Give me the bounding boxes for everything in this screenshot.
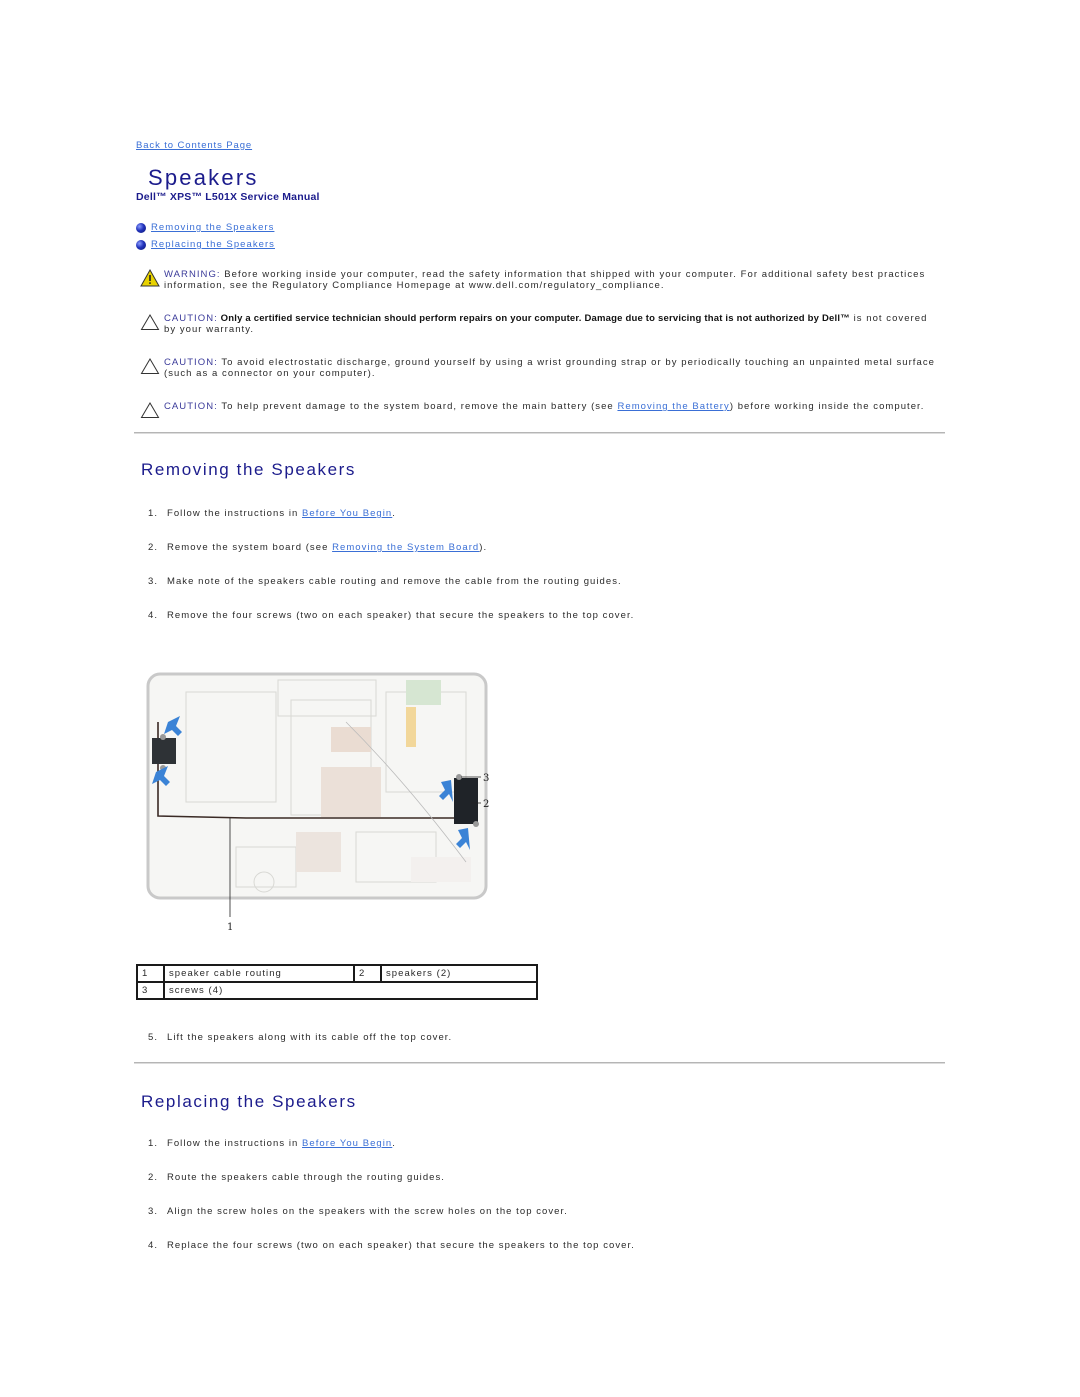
step-text: Follow the instructions in — [167, 1138, 303, 1149]
caution-notice-esd: CAUTION: To avoid electrostatic discharg… — [140, 357, 940, 379]
step-text-end: ). — [479, 542, 488, 553]
caution-text: CAUTION: To help prevent damage to the s… — [164, 401, 924, 419]
toc-link-removing[interactable]: Removing the Speakers — [151, 222, 274, 233]
table-row: 1 speaker cable routing 2 speakers (2) — [136, 964, 538, 983]
legend-number: 2 — [353, 964, 382, 983]
page: Back to Contents Page Speakers Dell™ XPS… — [0, 0, 1080, 1397]
section-divider — [134, 1062, 945, 1064]
right-speaker — [454, 778, 478, 824]
legend-number: 1 — [136, 964, 165, 983]
removing-system-board-link[interactable]: Removing the System Board — [332, 542, 479, 553]
caution-notice-certified: CAUTION: Only a certified service techni… — [140, 313, 940, 335]
speakers-removal-illustration: 3 2 1 — [146, 672, 489, 933]
warning-label: WARNING: — [164, 269, 221, 280]
screw-icon — [473, 821, 479, 827]
toc-item-removing: Removing the Speakers — [136, 219, 275, 236]
page-title: Speakers — [148, 165, 259, 190]
warning-body: Before working inside your computer, rea… — [164, 269, 926, 291]
step-text: Follow the instructions in — [167, 508, 303, 519]
removing-heading: Removing the Speakers — [141, 460, 357, 479]
step-text-end: . — [392, 1138, 396, 1149]
toc-link-replacing[interactable]: Replacing the Speakers — [151, 239, 275, 250]
step-text-end: . — [392, 508, 396, 519]
legend-label: screws (4) — [163, 981, 538, 1000]
callout-1: 1 — [227, 922, 233, 933]
warning-notice: WARNING: Before working inside your comp… — [140, 269, 940, 291]
replacing-step-4: 4. Replace the four screws (two on each s… — [148, 1240, 635, 1251]
section-divider — [134, 432, 945, 434]
replacing-step-1: 1. Follow the instructions in Before You … — [148, 1138, 396, 1149]
step-text: Replace the four screws (two on each spe… — [167, 1240, 635, 1251]
table-row: 3 screws (4) — [136, 981, 538, 1000]
replacing-step-3: 3. Align the screw holes on the speakers … — [148, 1206, 568, 1217]
legend-number: 3 — [136, 981, 165, 1000]
caution-body-end: ) before working inside the computer. — [729, 401, 925, 412]
warning-triangle-icon — [140, 269, 160, 287]
before-you-begin-link[interactable]: Before You Begin — [302, 508, 392, 519]
step-number: 3. — [148, 1206, 159, 1217]
caution-label: CAUTION: — [164, 401, 218, 412]
caution-triangle-icon — [140, 402, 160, 418]
table-of-contents: Removing the Speakers Replacing the Spea… — [136, 219, 275, 253]
caution-triangle-icon — [140, 314, 160, 330]
replacing-step-2: 2. Route the speakers cable through the r… — [148, 1172, 445, 1183]
step-number: 4. — [148, 610, 159, 621]
caution-bold-text: Only a certified service technician shou… — [217, 313, 850, 324]
caution-text: CAUTION: Only a certified service techni… — [164, 313, 940, 335]
removing-step-4: 4. Remove the four screws (two on each sp… — [148, 610, 634, 621]
step-text: Route the speakers cable through the rou… — [167, 1172, 445, 1183]
removing-step-2: 2. Remove the system board (see Removing … — [148, 542, 487, 553]
before-you-begin-link[interactable]: Before You Begin — [302, 1138, 392, 1149]
step-number: 5. — [148, 1032, 159, 1043]
step-number: 3. — [148, 576, 159, 587]
manual-title: Dell™ XPS™ L501X Service Manual — [136, 191, 320, 203]
callout-legend-table: 1 speaker cable routing 2 speakers (2) 3… — [136, 964, 538, 1000]
removing-battery-link[interactable]: Removing the Battery — [617, 401, 729, 412]
step-text: Remove the system board (see — [167, 542, 333, 553]
legend-label: speaker cable routing — [163, 964, 355, 983]
removing-step-5: 5. Lift the speakers along with its cable… — [148, 1032, 452, 1043]
step-text: Make note of the speakers cable routing … — [167, 576, 622, 587]
caution-triangle-icon — [140, 358, 160, 374]
removing-step-3: 3. Make note of the speakers cable routin… — [148, 576, 622, 587]
step-text: Lift the speakers along with its cable o… — [167, 1032, 453, 1043]
step-number: 4. — [148, 1240, 159, 1251]
caution-label: CAUTION: — [164, 313, 218, 324]
step-number: 1. — [148, 1138, 159, 1149]
blue-bullet-icon — [136, 239, 146, 250]
caution-body: To help prevent damage to the system boa… — [217, 401, 618, 412]
step-number: 1. — [148, 508, 159, 519]
callout-3: 3 — [483, 773, 489, 784]
left-speaker — [152, 738, 176, 764]
toc-item-replacing: Replacing the Speakers — [136, 236, 275, 253]
caution-notice-battery: CAUTION: To help prevent damage to the s… — [140, 401, 940, 419]
caution-text: CAUTION: To avoid electrostatic discharg… — [164, 357, 940, 379]
caution-body: To avoid electrostatic discharge, ground… — [164, 357, 935, 379]
step-text: Align the screw holes on the speakers wi… — [167, 1206, 568, 1217]
back-to-contents-link[interactable]: Back to Contents Page — [136, 140, 252, 151]
blue-bullet-icon — [136, 222, 146, 233]
warning-text: WARNING: Before working inside your comp… — [164, 269, 940, 291]
screw-icon — [160, 734, 166, 740]
callout-2: 2 — [483, 799, 489, 810]
legend-label: speakers (2) — [380, 964, 538, 983]
replacing-heading: Replacing the Speakers — [141, 1092, 357, 1111]
removing-step-1: 1. Follow the instructions in Before You … — [148, 508, 396, 519]
step-number: 2. — [148, 1172, 159, 1183]
step-text: Remove the four screws (two on each spea… — [167, 610, 635, 621]
step-number: 2. — [148, 542, 159, 553]
caution-label: CAUTION: — [164, 357, 218, 368]
